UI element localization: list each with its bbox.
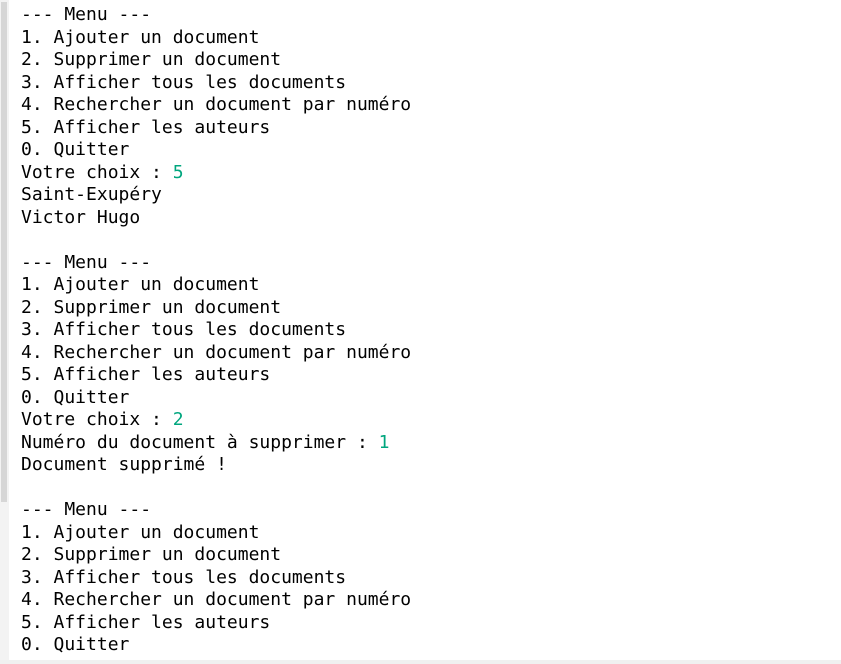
console-line-text: 3. Afficher tous les documents (21, 71, 347, 93)
user-input-value: 1 (378, 431, 390, 453)
console-line: 0. Quitter (21, 387, 411, 410)
console-line: 5. Afficher les auteurs (21, 117, 411, 140)
console-line-text: 5. Afficher les auteurs (21, 611, 271, 633)
console-line-text: 1. Ajouter un document (21, 521, 260, 543)
scrollbar-thumb[interactable] (1, 2, 7, 502)
console-line: 0. Quitter (21, 139, 411, 162)
console-line: 2. Supprimer un document (21, 544, 411, 567)
console-line: --- Menu --- (21, 499, 411, 522)
console-line-text: 2. Supprimer un document (21, 544, 282, 565)
console-line-text: Numéro du document à supprimer : (21, 431, 379, 453)
console-line-text: 1. Ajouter un document (21, 274, 260, 295)
console-line: Saint-Exupéry (21, 184, 411, 207)
console-line-text: 3. Afficher tous les documents (21, 319, 347, 340)
console-line: 4. Rechercher un document par numéro (21, 94, 411, 117)
console-line-text: 1. Ajouter un document (21, 26, 260, 48)
console-line-text: 4. Rechercher un document par numéro (21, 341, 412, 363)
console-line-text: 5. Afficher les auteurs (21, 364, 271, 385)
console-line: 2. Supprimer un document (21, 49, 411, 72)
console-line: --- Menu --- (21, 4, 411, 27)
console-line: Votre choix : 5 (21, 162, 411, 185)
console-line: Votre choix : 2 (21, 409, 411, 432)
console-line: Numéro du document à supprimer : 1 (21, 432, 411, 455)
console-line-text: Votre choix : (21, 409, 173, 430)
console-line-text: 0. Quitter (21, 139, 130, 160)
console-line: 1. Ajouter un document (21, 27, 411, 50)
console-line-text: Votre choix : (21, 161, 173, 183)
console-line: Victor Hugo (21, 207, 411, 230)
console-line: 3. Afficher tous les documents (21, 319, 411, 342)
console-line-text: 4. Rechercher un document par numéro (21, 589, 412, 610)
console-line-text: 3. Afficher tous les documents (21, 566, 347, 588)
console-line: 3. Afficher tous les documents (21, 72, 411, 95)
console-line-text: 0. Quitter (21, 634, 130, 655)
console-line-text: 2. Supprimer un document (21, 49, 282, 70)
vertical-scrollbar[interactable] (0, 0, 9, 664)
console-line: 0. Quitter (21, 634, 411, 657)
console-line-text: 5. Afficher les auteurs (21, 116, 271, 138)
console-line: 4. Rechercher un document par numéro (21, 589, 411, 612)
console-line-text: --- Menu --- (21, 4, 152, 25)
console-line: 5. Afficher les auteurs (21, 612, 411, 635)
console-text: --- Menu --- 1. Ajouter un document 2. Sup… (21, 4, 411, 657)
console-line-text: --- Menu --- (21, 499, 152, 520)
console-line-text: Document supprimé ! (21, 454, 227, 475)
console-line: 1. Ajouter un document (21, 522, 411, 545)
console-line: 4. Rechercher un document par numéro (21, 342, 411, 365)
console-line-text: Saint-Exupéry (21, 184, 162, 205)
console-line: Document supprimé ! (21, 454, 411, 477)
horizontal-scrollbar[interactable] (0, 660, 841, 664)
console-line: 2. Supprimer un document (21, 297, 411, 320)
console-line: 1. Ajouter un document (21, 274, 411, 297)
console-line-text: 4. Rechercher un document par numéro (21, 94, 412, 115)
console-line-text: Victor Hugo (21, 206, 141, 228)
console-line: 5. Afficher les auteurs (21, 364, 411, 387)
console-line: --- Menu --- (21, 252, 411, 275)
console-line-text: 2. Supprimer un document (21, 296, 282, 318)
console-output-panel[interactable]: --- Menu --- 1. Ajouter un document 2. Sup… (0, 0, 841, 664)
console-line: 3. Afficher tous les documents (21, 567, 411, 590)
user-input-value: 2 (172, 409, 184, 430)
user-input-value: 5 (172, 161, 184, 183)
console-line-text: 0. Quitter (21, 386, 130, 408)
console-line-text: --- Menu --- (21, 251, 152, 273)
